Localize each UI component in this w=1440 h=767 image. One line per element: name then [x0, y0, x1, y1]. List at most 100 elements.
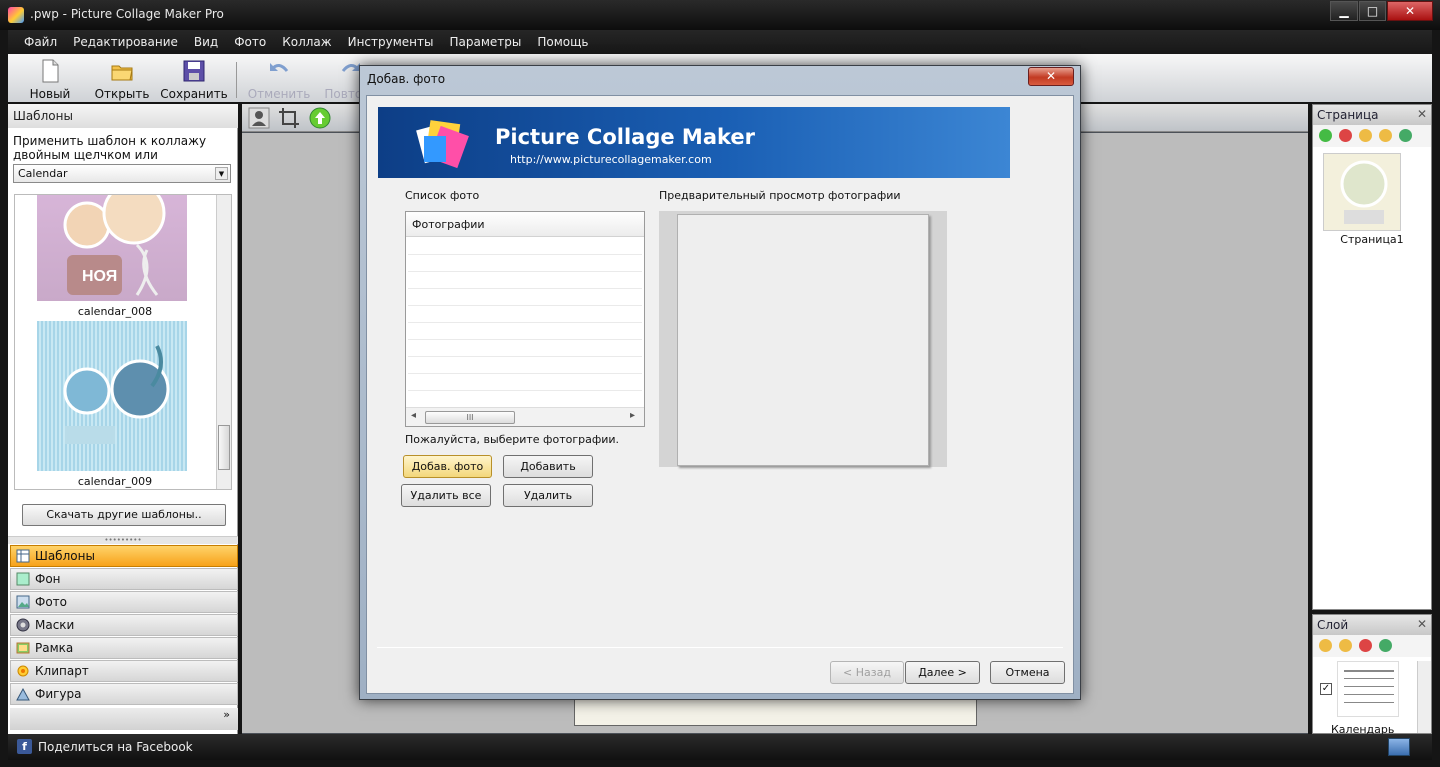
- person-icon[interactable]: [248, 107, 270, 129]
- scrollbar-thumb[interactable]: [218, 425, 230, 470]
- scrollbar-thumb[interactable]: III: [425, 411, 515, 424]
- maximize-button[interactable]: □: [1359, 1, 1386, 21]
- remove-all-button[interactable]: Удалить все: [401, 484, 491, 507]
- photo-preview-canvas: [677, 214, 929, 466]
- open-button[interactable]: Открыть: [86, 54, 158, 102]
- scroll-right-icon[interactable]: ▸: [630, 410, 635, 421]
- title-bar: .pwp - Picture Collage Maker Pro ▁ □ ✕: [0, 0, 1440, 30]
- photo-list-header[interactable]: Фотографии: [406, 212, 644, 237]
- panel-splitter[interactable]: •••••••••: [8, 536, 238, 544]
- next-button[interactable]: Далее >: [905, 661, 980, 684]
- menu-collage[interactable]: Коллаж: [274, 35, 339, 49]
- nav-templates[interactable]: Шаблоны: [10, 545, 238, 567]
- delete-page-icon[interactable]: [1339, 129, 1352, 142]
- nav-clipart[interactable]: Клипарт: [10, 660, 238, 682]
- move-up-icon[interactable]: [1319, 639, 1332, 652]
- cancel-button[interactable]: Отмена: [990, 661, 1065, 684]
- nav-label: Маски: [35, 618, 75, 632]
- preview-label: Предварительный просмотр фотографии: [659, 189, 901, 202]
- select-photos-hint: Пожалуйста, выберите фотографии.: [405, 433, 620, 446]
- nav-masks[interactable]: Маски: [10, 614, 238, 636]
- chevron-down-icon[interactable]: ▼: [215, 167, 228, 180]
- minimize-button[interactable]: ▁: [1330, 1, 1358, 21]
- remove-button[interactable]: Удалить: [503, 484, 593, 507]
- move-down-icon[interactable]: [1379, 129, 1392, 142]
- photo-list-label: Список фото: [405, 189, 480, 202]
- close-icon[interactable]: ✕: [1417, 107, 1427, 121]
- svg-text:НОЯ: НОЯ: [82, 268, 117, 285]
- undo-button[interactable]: Отменить: [243, 54, 315, 102]
- page-panel-title: Страница: [1317, 108, 1379, 122]
- window-title: .pwp - Picture Collage Maker Pro: [30, 7, 224, 21]
- more-chevron-icon[interactable]: »: [10, 708, 238, 730]
- delete-layer-icon[interactable]: [1359, 639, 1372, 652]
- layer-panel-tools: [1313, 635, 1431, 657]
- crop-icon[interactable]: [278, 107, 300, 129]
- add-folder-button[interactable]: Добавить папку: [503, 455, 593, 494]
- template-preview-image: [63, 345, 170, 444]
- folder-icon: [111, 65, 133, 81]
- menu-view[interactable]: Вид: [186, 35, 226, 49]
- template-list-scrollbar[interactable]: [216, 195, 231, 489]
- close-button[interactable]: ✕: [1387, 1, 1433, 21]
- template-preview-image: НОЯ: [63, 195, 166, 296]
- page-thumbnail[interactable]: [1323, 153, 1401, 231]
- nav-shape[interactable]: Фигура: [10, 683, 238, 705]
- templates-icon: [16, 549, 30, 563]
- nav-photo[interactable]: Фото: [10, 591, 238, 613]
- close-icon[interactable]: ✕: [1417, 617, 1427, 631]
- nav-frame[interactable]: Рамка: [10, 637, 238, 659]
- scroll-left-icon[interactable]: ◂: [411, 410, 416, 421]
- undo-icon: [270, 63, 289, 72]
- nav-label: Фон: [35, 572, 61, 586]
- menu-photo[interactable]: Фото: [226, 35, 274, 49]
- notification-icon[interactable]: [1388, 738, 1410, 756]
- app-logo-icon: [416, 120, 469, 169]
- layer-list-scrollbar[interactable]: [1417, 661, 1431, 733]
- page-label: Страница1: [1340, 233, 1404, 246]
- save-button[interactable]: Сохранить: [158, 54, 230, 102]
- back-button[interactable]: < Назад: [830, 661, 904, 684]
- menu-edit[interactable]: Редактирование: [65, 35, 186, 49]
- new-label: Новый: [29, 87, 71, 101]
- facebook-icon[interactable]: f: [17, 739, 32, 754]
- list-row-line: [408, 305, 642, 306]
- layer-panel-title: Слой: [1317, 618, 1349, 632]
- refresh-icon[interactable]: [1399, 129, 1412, 142]
- collage-page[interactable]: [574, 696, 977, 726]
- photo-list-hscrollbar[interactable]: ◂ III ▸: [406, 407, 644, 426]
- layer-visible-checkbox[interactable]: ✓: [1320, 683, 1332, 695]
- dialog-close-button[interactable]: ✕: [1028, 67, 1074, 86]
- menu-help[interactable]: Помощь: [529, 35, 596, 49]
- download-templates-button[interactable]: Скачать другие шаблоны..: [22, 504, 226, 526]
- layer-panel: Слой ✕ ✓ Календарь: [1312, 614, 1432, 736]
- new-button[interactable]: Новый: [14, 54, 86, 102]
- template-list[interactable]: НОЯ calendar_008 calendar_009: [14, 194, 232, 490]
- share-facebook-link[interactable]: Поделиться на Facebook: [38, 740, 193, 754]
- template-thumbnail-calendar-008[interactable]: НОЯ: [37, 195, 187, 301]
- photo-list[interactable]: Фотографии ◂ III ▸: [405, 211, 645, 427]
- move-down-icon[interactable]: [1339, 639, 1352, 652]
- refresh-icon[interactable]: [1379, 639, 1392, 652]
- menu-file[interactable]: Файл: [16, 35, 65, 49]
- app-icon: [8, 7, 24, 23]
- list-row-line: [408, 373, 642, 374]
- arrow-up-icon[interactable]: [309, 107, 331, 129]
- banner-url: http://www.picturecollagemaker.com: [510, 153, 712, 166]
- menu-options[interactable]: Параметры: [441, 35, 529, 49]
- layer-thumbnail[interactable]: [1337, 661, 1399, 717]
- template-category-value: Calendar: [18, 167, 68, 180]
- template-category-select[interactable]: Calendar ▼: [13, 164, 231, 183]
- menu-tools[interactable]: Инструменты: [340, 35, 442, 49]
- add-photo-button[interactable]: Добав. фото: [403, 455, 492, 478]
- add-page-icon[interactable]: [1319, 129, 1332, 142]
- list-row-line: [408, 271, 642, 272]
- template-caption: calendar_008: [77, 305, 153, 318]
- template-thumbnail-calendar-009[interactable]: [37, 321, 187, 471]
- clipart-icon: [17, 665, 29, 677]
- nav-label: Шаблоны: [35, 549, 95, 563]
- move-up-icon[interactable]: [1359, 129, 1372, 142]
- list-row-line: [408, 288, 642, 289]
- nav-background[interactable]: Фон: [10, 568, 238, 590]
- templates-panel: Шаблоны Применить шаблон к коллажу двойн…: [8, 104, 238, 734]
